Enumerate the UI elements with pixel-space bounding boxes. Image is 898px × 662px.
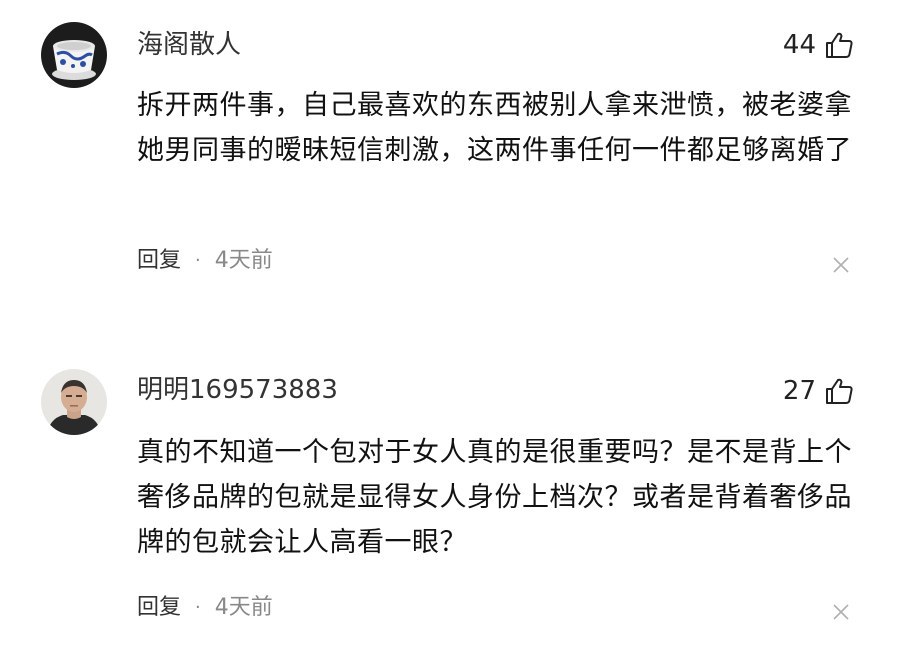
thumbs-up-icon (826, 378, 853, 404)
like-count: 27 (782, 376, 816, 406)
comment-time: 4天前 (214, 248, 273, 273)
comment-text: 拆开两件事，自己最喜欢的东西被别人拿来泄愤，被老婆拿她男同事的暧昧短信刺激，这两… (137, 90, 852, 166)
porcelain-cup-avatar-image (41, 22, 107, 88)
like-count: 44 (782, 30, 816, 60)
meta-separator: · (195, 597, 201, 618)
thumbs-up-icon (826, 32, 853, 58)
avatar[interactable] (41, 369, 107, 435)
close-icon[interactable] (832, 603, 850, 621)
reply-button[interactable]: 回复 (137, 247, 181, 275)
comment-time: 4天前 (214, 595, 273, 620)
avatar[interactable] (41, 22, 107, 88)
comment-username[interactable]: 明明169573883 (137, 374, 338, 406)
meta-separator: · (195, 250, 201, 271)
close-icon[interactable] (832, 256, 850, 274)
comment-username[interactable]: 海阁散人 (137, 29, 241, 61)
person-photo-avatar-image (41, 369, 107, 435)
like-button[interactable]: 44 (783, 29, 854, 61)
comment-text: 真的不知道一个包对于女人真的是很重要吗？是不是背上个奢侈品牌的包就是显得女人身份… (137, 437, 852, 558)
comment-meta: 回复 · 4天前 (137, 247, 273, 275)
comment-meta: 回复 · 4天前 (137, 594, 273, 622)
reply-button[interactable]: 回复 (137, 594, 181, 622)
like-button[interactable]: 27 (783, 375, 854, 407)
